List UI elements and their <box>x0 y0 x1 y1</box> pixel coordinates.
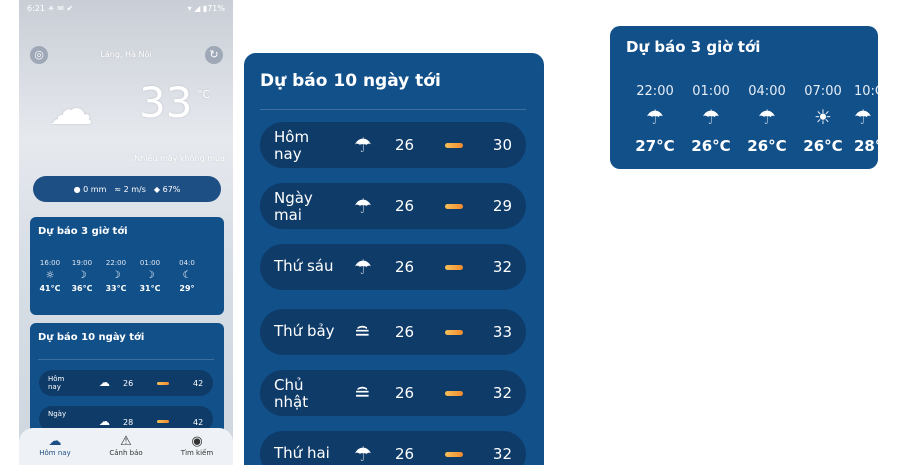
hourly-card: Dự báo 3 giờ tới 16:00 ☼ 41°C 19:00 ☽ 36°C 2… <box>30 217 224 315</box>
high-temp: 32 <box>492 445 512 463</box>
divider <box>260 109 526 110</box>
fog-icon: ≘ <box>354 320 371 344</box>
temp-range-bar <box>445 265 463 270</box>
moon-icon: ☽ <box>111 270 121 281</box>
ten-day-title: Dự báo 10 ngày tới <box>260 71 441 91</box>
sun-rain-icon: ☀ <box>814 105 832 129</box>
three-hour-forecast-panel: Dự báo 3 giờ tới 22:00 ☂ 27°C 01:00 ☂ 26°C 0… <box>610 26 878 169</box>
daily-row[interactable]: Thứ sáu ☂ 26 32 <box>260 244 526 290</box>
daily-row[interactable]: Thứ bảy ≘ 26 33 <box>260 309 526 355</box>
ten-day-forecast-panel: Dự báo 10 ngày tới Hôm nay ☂ 26 30 Ngày ma… <box>244 53 544 465</box>
nav-today[interactable]: ☁ Hôm nay <box>25 434 85 457</box>
day-label: Thứ hai <box>274 444 330 462</box>
rain-cloud-icon: ☂ <box>354 442 372 465</box>
moon-icon: ☽ <box>145 270 155 281</box>
moon-icon: ☽ <box>77 270 87 281</box>
current-temperature: 33 <box>139 78 193 127</box>
nav-alerts[interactable]: ⚠ Cảnh báo <box>96 434 156 457</box>
hourly-cell: 07:00 ☀ 26°C <box>798 84 848 155</box>
cloud-icon: ☁ <box>99 415 110 428</box>
temp-range-bar <box>157 420 169 423</box>
hourly-cell: 10:C☂28° <box>854 84 878 155</box>
hourly-cell: 01:00 ☽ 31°C <box>139 259 161 293</box>
day-label: Chủ nhật <box>274 376 309 411</box>
high-temp: 33 <box>492 323 512 341</box>
rain-cloud-icon: ☂ <box>354 255 372 279</box>
daily-row[interactable]: Ngày mai ☂ 26 29 <box>260 183 526 229</box>
weather-icon: ☁ <box>48 434 62 449</box>
wind-stat: ≈ 2 m/s <box>114 184 146 194</box>
temp-range-bar <box>157 382 169 385</box>
hourly-cell: 22:00 ☂ 27°C <box>630 84 680 155</box>
hourly-cell: 04:0 ☾ 29° <box>172 259 202 293</box>
high-temp: 32 <box>492 258 512 276</box>
daily-row[interactable]: Hôm nay ☁ 26 42 <box>39 370 213 396</box>
day-label: Ngày mai <box>274 189 313 224</box>
daily-title: Dự báo 10 ngày tới <box>38 332 145 343</box>
bottom-nav: ☁ Hôm nay ⚠ Cảnh báo ◉ Tìm kiếm <box>19 428 233 465</box>
temperature-unit: °C <box>197 88 211 101</box>
day-label: Hôm nay <box>274 128 310 163</box>
rain-cloud-icon: ☂ <box>854 105 872 129</box>
hourly-cell: 22:00 ☽ 33°C <box>105 259 127 293</box>
rain-cloud-icon: ☂ <box>702 105 720 129</box>
daily-row[interactable]: Thứ hai ☂ 26 32 <box>260 431 526 465</box>
low-temp: 26 <box>395 136 415 154</box>
high-temp: 32 <box>492 384 512 402</box>
rain-cloud-icon: ☂ <box>354 133 372 157</box>
temp-range-bar <box>445 391 463 396</box>
high-temp: 29 <box>492 197 512 215</box>
hourly-cell: 04:00 ☂ 26°C <box>742 84 792 155</box>
low-temp: 26 <box>395 445 415 463</box>
temp-range-bar <box>445 330 463 335</box>
rain-cloud-icon: ☂ <box>758 105 776 129</box>
day-label: Thứ bảy <box>274 322 335 340</box>
rain-cloud-icon: ☂ <box>646 105 664 129</box>
sun-icon: ☼ <box>45 270 55 281</box>
warning-icon: ⚠ <box>120 434 132 449</box>
low-temp: 26 <box>395 384 415 402</box>
rain-cloud-icon: ☂ <box>354 194 372 218</box>
stats-pill: ● 0 mm ≈ 2 m/s ◆ 67% <box>33 176 221 202</box>
locate-icon[interactable]: ◎ <box>30 46 48 64</box>
rain-stat: ● 0 mm <box>73 184 107 194</box>
nav-search[interactable]: ◉ Tìm kiếm <box>167 434 227 457</box>
status-left: 6:21 ☀ ✉ ✔ <box>27 4 74 13</box>
moon-icon: ☾ <box>182 270 192 281</box>
temp-range-bar <box>445 452 463 457</box>
hourly-title: Dự báo 3 giờ tới <box>38 226 128 237</box>
low-temp: 26 <box>395 323 415 341</box>
temp-range-bar <box>445 143 463 148</box>
day-label: Thứ sáu <box>274 257 334 275</box>
daily-row[interactable]: Chủ nhật ≘ 26 32 <box>260 370 526 416</box>
fog-icon: ≘ <box>354 381 371 405</box>
refresh-icon[interactable]: ↻ <box>205 46 223 64</box>
hourly-cell: 16:00 ☼ 41°C <box>39 259 61 293</box>
hourly-cell: 01:00 ☂ 26°C <box>686 84 736 155</box>
high-temp: 30 <box>492 136 512 154</box>
phone-screen: 6:21 ☀ ✉ ✔ ▾ ◢ ▮71% ◎ Láng, Hà Nội ↻ ☁ 3… <box>19 0 233 465</box>
daily-row[interactable]: Hôm nay ☂ 26 30 <box>260 122 526 168</box>
low-temp: 26 <box>395 197 415 215</box>
humidity-stat: ◆ 67% <box>153 184 181 194</box>
hourly-cell: 19:00 ☽ 36°C <box>71 259 93 293</box>
status-right: ▾ ◢ ▮71% <box>187 4 225 13</box>
divider <box>38 359 214 360</box>
low-temp: 26 <box>395 258 415 276</box>
location-label: Láng, Hà Nội <box>100 50 152 59</box>
status-bar: 6:21 ☀ ✉ ✔ ▾ ◢ ▮71% <box>19 0 233 18</box>
location-pin-icon: ◉ <box>191 434 203 449</box>
temp-range-bar <box>445 204 463 209</box>
cloud-icon: ☁ <box>99 376 110 389</box>
three-hour-title: Dự báo 3 giờ tới <box>626 38 761 56</box>
cloud-icon: ☁ <box>49 84 93 135</box>
condition-text: Nhiều mây không mưa <box>134 154 225 163</box>
